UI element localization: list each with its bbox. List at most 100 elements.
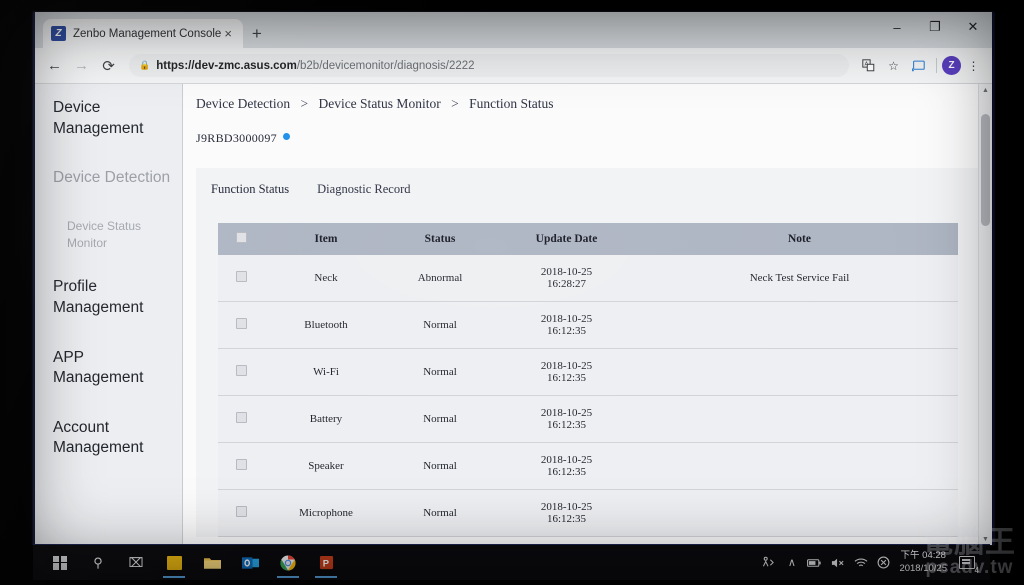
cast-icon[interactable] [906,53,931,78]
sidebar-item-account-management[interactable]: Account Management [35,418,182,459]
page-scrollbar[interactable]: ▲ ▼ [978,84,992,545]
row-checkbox[interactable] [235,412,247,423]
cell-note [641,395,958,443]
browser-tab[interactable]: Z Zenbo Management Console × [43,19,243,48]
row-checkbox[interactable] [235,365,247,376]
breadcrumb-item-device-status-monitor[interactable]: Device Status Monitor [318,96,440,111]
bookmark-star-icon[interactable]: ☆ [881,53,906,78]
cell-item: Battery [264,395,388,443]
table-header: Item Status Update Date Note [218,223,958,255]
tab-diagnostic-record[interactable]: Diagnostic Record [317,182,410,197]
new-tab-icon[interactable]: + [252,25,262,42]
select-all-checkbox[interactable] [235,232,247,243]
cell-note [641,348,958,396]
cell-time: 16:12:35 [546,513,587,525]
powerpoint-icon: P [319,555,333,570]
cell-update-date: 2018-10-25 16:28:27 [492,255,641,302]
panel-tab-bar: Function Status Diagnostic Record [196,182,980,197]
table-row[interactable]: Microphone Normal 2018-10-25 16:12:35 [218,489,958,537]
cell-date: 2018-10-25 [540,407,593,419]
row-checkbox[interactable] [235,459,247,470]
maximize-window-button[interactable]: ❐ [916,12,954,42]
cell-time: 16:12:35 [546,325,587,337]
breadcrumb-item-device-detection[interactable]: Device Detection [196,96,290,111]
cell-status: Normal [388,489,492,537]
cell-item: Speaker [264,442,388,490]
share-nearby-icon[interactable] [757,546,780,579]
table-row[interactable]: Speaker Normal 2018-10-25 16:12:35 [218,442,958,490]
row-checkbox-cell [218,255,264,302]
cell-update-date: 2018-10-25 16:12:35 [492,348,641,396]
outlook-button[interactable] [231,546,269,579]
back-icon[interactable]: ← [41,52,68,79]
taskbar-clock[interactable]: 下午 04:28 2018/10/25 [899,550,947,574]
cell-note [641,489,958,537]
profile-avatar[interactable]: Z [942,56,961,75]
tab-title: Zenbo Management Console [73,27,222,40]
table-row[interactable]: Wi-Fi Normal 2018-10-25 16:12:35 [218,348,958,396]
scrollbar-thumb[interactable] [981,114,990,226]
sidebar-nav: Device Management Device Detection Devic… [35,84,183,545]
show-hidden-icons-icon[interactable]: ∧ [780,546,803,579]
cell-time: 16:12:35 [546,419,587,431]
address-bar[interactable]: 🔒 https://dev-zmc.asus.com /b2b/devicemo… [129,54,849,77]
sidebar-item-device-detection[interactable]: Device Detection [35,168,182,189]
row-checkbox[interactable] [235,271,247,282]
cell-update-date: 2018-10-25 16:12:35 [492,442,641,490]
tab-function-status[interactable]: Function Status [211,182,289,197]
wifi-icon[interactable] [849,546,872,579]
browser-toolbar: ← → ⟳ 🔒 https://dev-zmc.asus.com /b2b/de… [35,48,992,84]
cell-update-date: 2018-10-25 16:12:35 [492,395,641,443]
translate-icon[interactable]: A [856,53,881,78]
minimize-window-button[interactable]: – [878,12,916,42]
close-window-button[interactable]: ✕ [954,12,992,42]
sidebar-item-app-management[interactable]: APP Management [35,348,182,389]
function-status-panel: Function Status Diagnostic Record Item S… [196,168,980,537]
volume-muted-icon[interactable] [826,546,849,579]
start-button[interactable] [41,546,79,579]
column-header-note: Note [641,223,958,255]
favicon-letter: Z [55,27,62,39]
chrome-icon [280,555,296,570]
row-checkbox-cell [218,442,264,490]
column-header-status: Status [388,223,492,255]
sidebar-item-device-status-monitor[interactable]: Device Status Monitor [35,218,182,252]
chrome-button[interactable] [269,546,307,579]
cell-status: Normal [388,395,492,443]
reload-icon[interactable]: ⟳ [95,52,122,79]
table-row[interactable]: Neck Abnormal 2018-10-25 16:28:27 Neck T… [218,255,958,302]
tab-favicon-icon: Z [51,26,66,41]
column-header-select-all [218,223,264,255]
sidebar-item-profile-management[interactable]: Profile Management [35,277,182,318]
cell-item: Neck [264,255,388,302]
battery-icon[interactable] [803,546,826,579]
scroll-up-icon[interactable]: ▲ [979,84,992,97]
forward-icon[interactable]: → [68,52,95,79]
window-controls: – ❐ ✕ [878,12,992,42]
action-center-button[interactable]: 4 [954,546,980,579]
cell-item: Microphone [264,489,388,537]
row-checkbox-cell [218,301,264,349]
notification-count-badge: 4 [974,566,979,575]
cell-status: Normal [388,348,492,396]
table-row[interactable]: Bluetooth Normal 2018-10-25 16:12:35 [218,301,958,349]
row-checkbox[interactable] [235,506,247,517]
sticky-notes-button[interactable] [155,546,193,579]
task-view-button[interactable]: ⌧ [117,546,155,579]
powerpoint-button[interactable]: P [307,546,345,579]
app-running-indicator [277,576,299,578]
system-tray: ∧ 下午 04:28 2018/10/25 4 [757,546,990,579]
error-status-icon[interactable] [872,546,895,579]
search-icon: ⚲ [93,555,103,570]
close-tab-icon[interactable]: × [221,27,235,40]
row-checkbox[interactable] [235,318,247,329]
url-host: https://dev-zmc.asus.com [156,59,297,72]
table-row[interactable]: Battery Normal 2018-10-25 16:12:35 [218,395,958,443]
browser-menu-icon[interactable]: ⋮ [961,53,986,78]
cell-update-date: 2018-10-25 16:12:35 [492,301,641,349]
cell-note [641,442,958,490]
sidebar-item-device-management[interactable]: Device Management [35,98,182,139]
sticky-notes-icon [166,555,182,570]
search-button[interactable]: ⚲ [79,546,117,579]
file-explorer-button[interactable] [193,546,231,579]
